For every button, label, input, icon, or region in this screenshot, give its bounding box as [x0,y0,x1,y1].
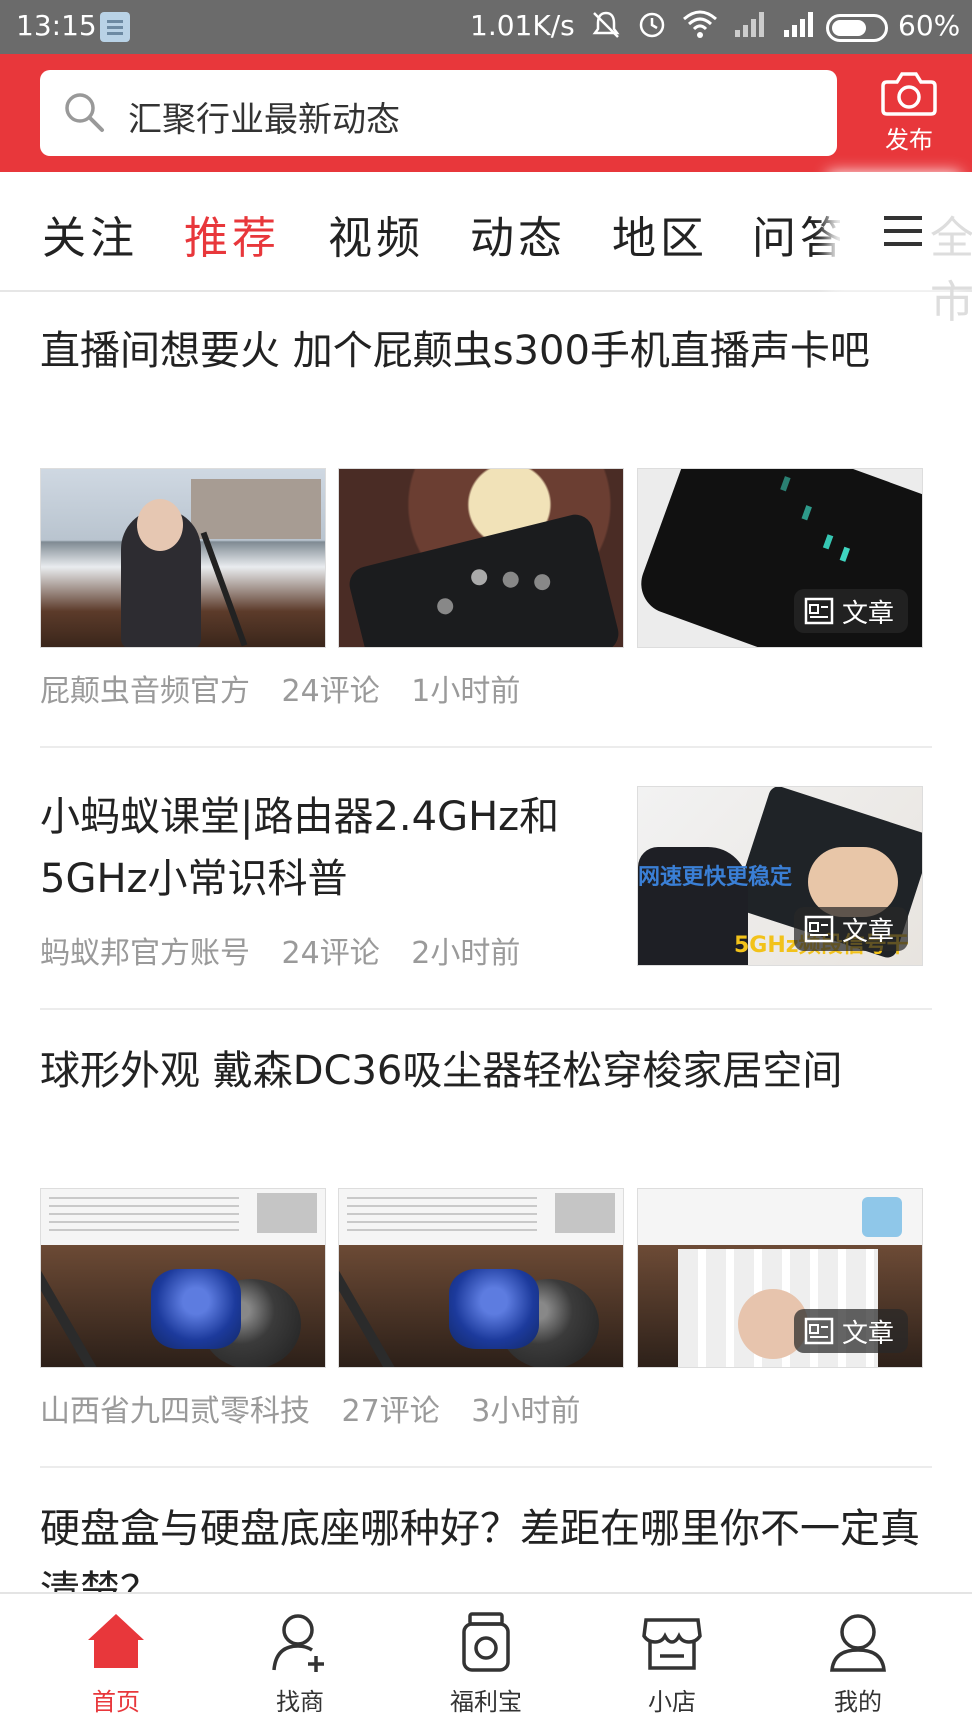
notification-icon [100,12,130,42]
article-image [338,468,624,648]
battery-percent: 60% [898,9,961,42]
image-overlay-text: 网速更快更稳定 [638,865,793,890]
article-image: 文章 [637,468,923,648]
news-feed: 直播间想要火 加个屁颠虫s300手机直播声卡吧 文章 屁颠虫音频官方 24评论 … [0,292,972,1592]
signal-icon [734,12,764,37]
article-meta: 蚂蚁邦官方账号 24评论 2小时前 [40,928,542,972]
badge-label: 文章 [841,598,894,629]
divider [40,1008,932,1010]
mute-icon [592,11,620,38]
bottom-nav: 首页 找商 福利宝 小店 我的 [0,1592,972,1728]
nav-home[interactable]: 首页 [56,1610,176,1717]
network-speed: 1.01K/s [470,9,575,42]
article-icon [804,915,834,943]
nav-shop[interactable]: 小店 [612,1610,732,1717]
tab-video[interactable]: 视频 [328,202,424,266]
home-icon [88,1614,144,1668]
search-placeholder: 汇聚行业最新动态 [128,100,400,140]
battery-icon [826,14,888,42]
nav-label: 我的 [834,1688,882,1716]
divider [40,746,932,748]
article-title: 直播间想要火 加个屁颠虫s300手机直播声卡吧 [40,328,870,374]
badge-label: 文章 [841,1318,894,1349]
article-time: 2小时前 [411,936,521,971]
status-icons [590,9,816,42]
article-source: 屁颠虫音频官方 [40,674,250,709]
article-time: 1小时前 [411,674,521,709]
nav-find-merchant[interactable]: 找商 [240,1610,360,1717]
article-title: 硬盘盒与硬盘底座哪种好？差距在哪里你不一定真清楚？ [40,1506,920,1592]
article-image [40,1188,326,1368]
article-meta: 屁颠虫音频官方 24评论 1小时前 [40,666,542,710]
publish-label: 发布 [885,126,933,154]
nav-label: 找商 [276,1688,324,1716]
divider [40,1466,932,1468]
menu-icon[interactable] [884,214,922,248]
article-comments: 24评论 [281,674,380,709]
find-merchant-icon [272,1614,324,1672]
article-comments: 27评论 [341,1394,440,1429]
signal-icon [783,12,813,37]
nav-label: 小店 [648,1688,696,1716]
tab-qa[interactable]: 问答 [752,202,848,266]
article-meta: 山西省九四贰零科技 27评论 3小时前 [40,1386,602,1430]
article-icon [804,1317,834,1345]
publish-button[interactable]: 发布 [864,68,954,160]
badge-label: 文章 [841,916,894,947]
tab-region[interactable]: 地区 [612,202,708,266]
search-icon [65,93,104,132]
alarm-icon [639,12,665,38]
article-type-badge: 文章 [793,907,908,951]
category-tabs: 关注 推荐 视频 动态 地区 问答 全市 [0,172,972,328]
article-image [40,468,326,648]
jar-icon [462,1612,510,1672]
article-type-badge: 文章 [793,589,908,633]
article-icon [804,597,834,625]
nav-label: 首页 [92,1688,140,1716]
article-source: 蚂蚁邦官方账号 [40,936,250,971]
shop-icon [642,1618,702,1670]
camera-icon [881,72,937,116]
nav-label: 福利宝 [450,1688,522,1716]
article-comments: 24评论 [281,936,380,971]
article-time: 3小时前 [471,1394,581,1429]
nav-welfare[interactable]: 福利宝 [426,1610,546,1717]
article-image [338,1188,624,1368]
article-image: 网速更快更稳定 5GHz频段信号干扰小 文章 [637,786,923,966]
tab-updates[interactable]: 动态 [470,202,566,266]
article-title: 球形外观 戴森DC36吸尘器轻松穿梭家居空间 [40,1048,843,1094]
article-image: 文章 [637,1188,923,1368]
search-bar[interactable]: 汇聚行业最新动态 [40,70,837,156]
user-icon [830,1614,886,1672]
tab-recommend[interactable]: 推荐 [184,202,280,266]
article-source: 山西省九四贰零科技 [40,1394,310,1429]
nav-mine[interactable]: 我的 [798,1610,918,1717]
app-header: 汇聚行业最新动态 发布 [0,54,972,172]
tab-follow[interactable]: 关注 [42,202,138,266]
article-title: 小蚂蚁课堂|路由器2.4GHz和5GHz小常识科普 [40,794,560,902]
wifi-icon [682,10,717,38]
article-type-badge: 文章 [793,1309,908,1353]
status-bar: 13:15 1.01K/s 60% [0,0,972,54]
status-time: 13:15 [16,9,97,42]
